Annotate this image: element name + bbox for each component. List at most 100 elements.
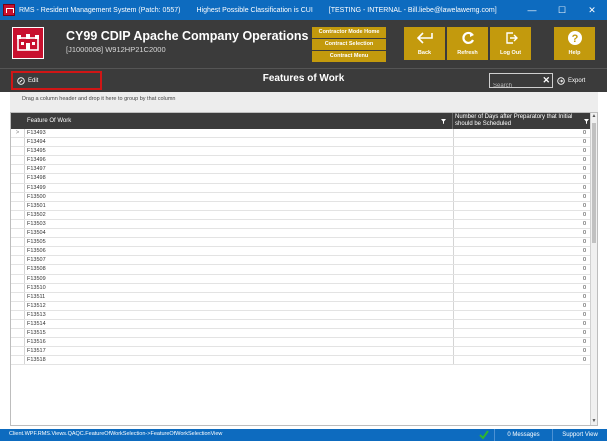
table-row[interactable]: F13518 0 [11, 356, 591, 366]
table-row[interactable]: F13503 0 [11, 219, 591, 230]
table-row[interactable]: F13504 0 [11, 229, 591, 239]
table-row[interactable]: F13501 0 [11, 201, 591, 211]
scroll-down-icon[interactable]: ▼ [591, 418, 597, 425]
table-row[interactable]: F13498 0 [11, 174, 591, 184]
refresh-button[interactable]: Refresh [447, 27, 488, 60]
help-button[interactable]: ? Help [554, 27, 595, 60]
table-row[interactable]: F13507 0 [11, 256, 591, 266]
logout-button[interactable]: Log Out [490, 27, 531, 60]
table-row[interactable]: F13506 0 [11, 247, 591, 257]
days-after-preparatory-cell: 0 [453, 229, 591, 238]
search-input[interactable] [490, 79, 540, 93]
scrollbar-thumb[interactable] [592, 123, 596, 243]
group-by-panel[interactable]: Drag a column header and drop it here to… [10, 92, 598, 112]
days-after-preparatory-cell: 0 [453, 210, 591, 219]
export-button[interactable]: Export [557, 73, 585, 88]
table-row[interactable]: F13496 0 [11, 156, 591, 166]
row-indicator [11, 138, 25, 147]
days-after-preparatory-cell: 0 [453, 183, 591, 192]
export-icon [557, 76, 565, 85]
help-icon: ? [554, 27, 595, 49]
feature-of-work-cell: F13494 [27, 139, 46, 146]
filter-icon[interactable] [584, 119, 589, 124]
feature-of-work-cell: F13515 [27, 330, 46, 337]
feature-of-work-cell: F13518 [27, 357, 46, 364]
row-indicator [11, 329, 25, 338]
row-indicator [11, 247, 25, 256]
table-row[interactable]: F13500 0 [11, 192, 591, 202]
table-row[interactable]: F13494 0 [11, 138, 591, 148]
table-row[interactable]: F13514 0 [11, 319, 591, 330]
row-indicator [11, 310, 25, 319]
feature-of-work-cell: F13498 [27, 175, 46, 182]
row-indicator [11, 156, 25, 165]
feature-of-work-cell: F13502 [27, 211, 46, 218]
row-indicator [11, 319, 25, 329]
contractor-mode-home-button[interactable]: Contractor Mode Home [312, 27, 386, 38]
days-after-preparatory-cell: 0 [453, 338, 591, 347]
edit-button[interactable]: Edit [11, 71, 102, 90]
table-row[interactable]: F13499 0 [11, 183, 591, 193]
table-row[interactable]: F13515 0 [11, 329, 591, 339]
contract-selection-button[interactable]: Contract Selection [312, 39, 386, 50]
row-indicator [11, 301, 25, 310]
search-clear-button[interactable]: ✕ [542, 75, 550, 86]
table-row[interactable]: F13505 0 [11, 238, 591, 248]
minimize-button[interactable]: — [517, 0, 547, 20]
check-icon [479, 430, 489, 440]
row-indicator [11, 283, 25, 292]
column-header-days-after-preparatory[interactable]: Number of Days after Preparatory that In… [453, 113, 591, 129]
feature-of-work-cell: F13509 [27, 275, 46, 282]
page-toolbar: Edit Features of Work ✕ Export [0, 68, 607, 93]
feature-of-work-cell: F13493 [27, 130, 46, 136]
days-after-preparatory-cell: 0 [453, 192, 591, 201]
column-header-feature-of-work[interactable]: Feature Of Work [25, 113, 453, 129]
row-indicator [11, 229, 25, 238]
castle-icon [12, 27, 44, 59]
table-row[interactable]: F13513 0 [11, 310, 591, 320]
days-after-preparatory-cell: 0 [453, 274, 591, 283]
back-button[interactable]: Back [404, 27, 445, 60]
table-row[interactable]: F13511 0 [11, 292, 591, 302]
feature-of-work-cell: F13512 [27, 302, 46, 309]
table-row[interactable]: F13502 0 [11, 210, 591, 220]
back-arrow-icon [404, 27, 445, 49]
table-row[interactable]: F13517 0 [11, 347, 591, 357]
support-view-button[interactable]: Support View [552, 429, 607, 441]
days-after-preparatory-cell: 0 [453, 174, 591, 183]
table-row[interactable]: > F13493 0 [11, 129, 591, 139]
table-row[interactable]: F13512 0 [11, 301, 591, 311]
app-header: CY99 CDIP Apache Company Operations [J10… [0, 20, 607, 68]
table-row[interactable]: F13516 0 [11, 338, 591, 348]
feature-of-work-cell: F13501 [27, 202, 46, 209]
row-indicator [11, 265, 25, 274]
row-indicator [11, 274, 25, 283]
table-row[interactable]: F13508 0 [11, 265, 591, 275]
row-indicator [11, 238, 25, 247]
back-label: Back [417, 50, 432, 56]
table-row[interactable]: F13509 0 [11, 274, 591, 284]
contract-menu-button[interactable]: Contract Menu [312, 51, 386, 62]
table-row[interactable]: F13495 0 [11, 147, 591, 157]
scroll-up-icon[interactable]: ▲ [591, 113, 597, 120]
days-after-preparatory-cell: 0 [453, 247, 591, 256]
feature-of-work-cell: F13514 [27, 320, 46, 327]
days-after-preparatory-cell: 0 [453, 147, 591, 156]
rms-logo-icon [3, 4, 15, 16]
messages-button[interactable]: 0 Messages [494, 429, 552, 441]
feature-of-work-cell: F13504 [27, 230, 46, 237]
days-after-preparatory-cell: 0 [453, 356, 591, 365]
maximize-button[interactable]: ☐ [547, 0, 577, 20]
vertical-scrollbar[interactable]: ▲ ▼ [590, 113, 597, 425]
table-row[interactable]: F13497 0 [11, 165, 591, 175]
row-indicator [11, 292, 25, 301]
days-after-preparatory-cell: 0 [453, 156, 591, 165]
days-after-preparatory-cell: 0 [453, 292, 591, 301]
days-after-preparatory-cell: 0 [453, 165, 591, 174]
close-button[interactable]: ✕ [577, 0, 607, 20]
filter-icon[interactable] [441, 119, 446, 124]
table-row[interactable]: F13510 0 [11, 283, 591, 293]
edit-icon [17, 76, 25, 85]
days-after-preparatory-cell: 0 [453, 138, 591, 147]
refresh-label: Refresh [457, 50, 478, 56]
